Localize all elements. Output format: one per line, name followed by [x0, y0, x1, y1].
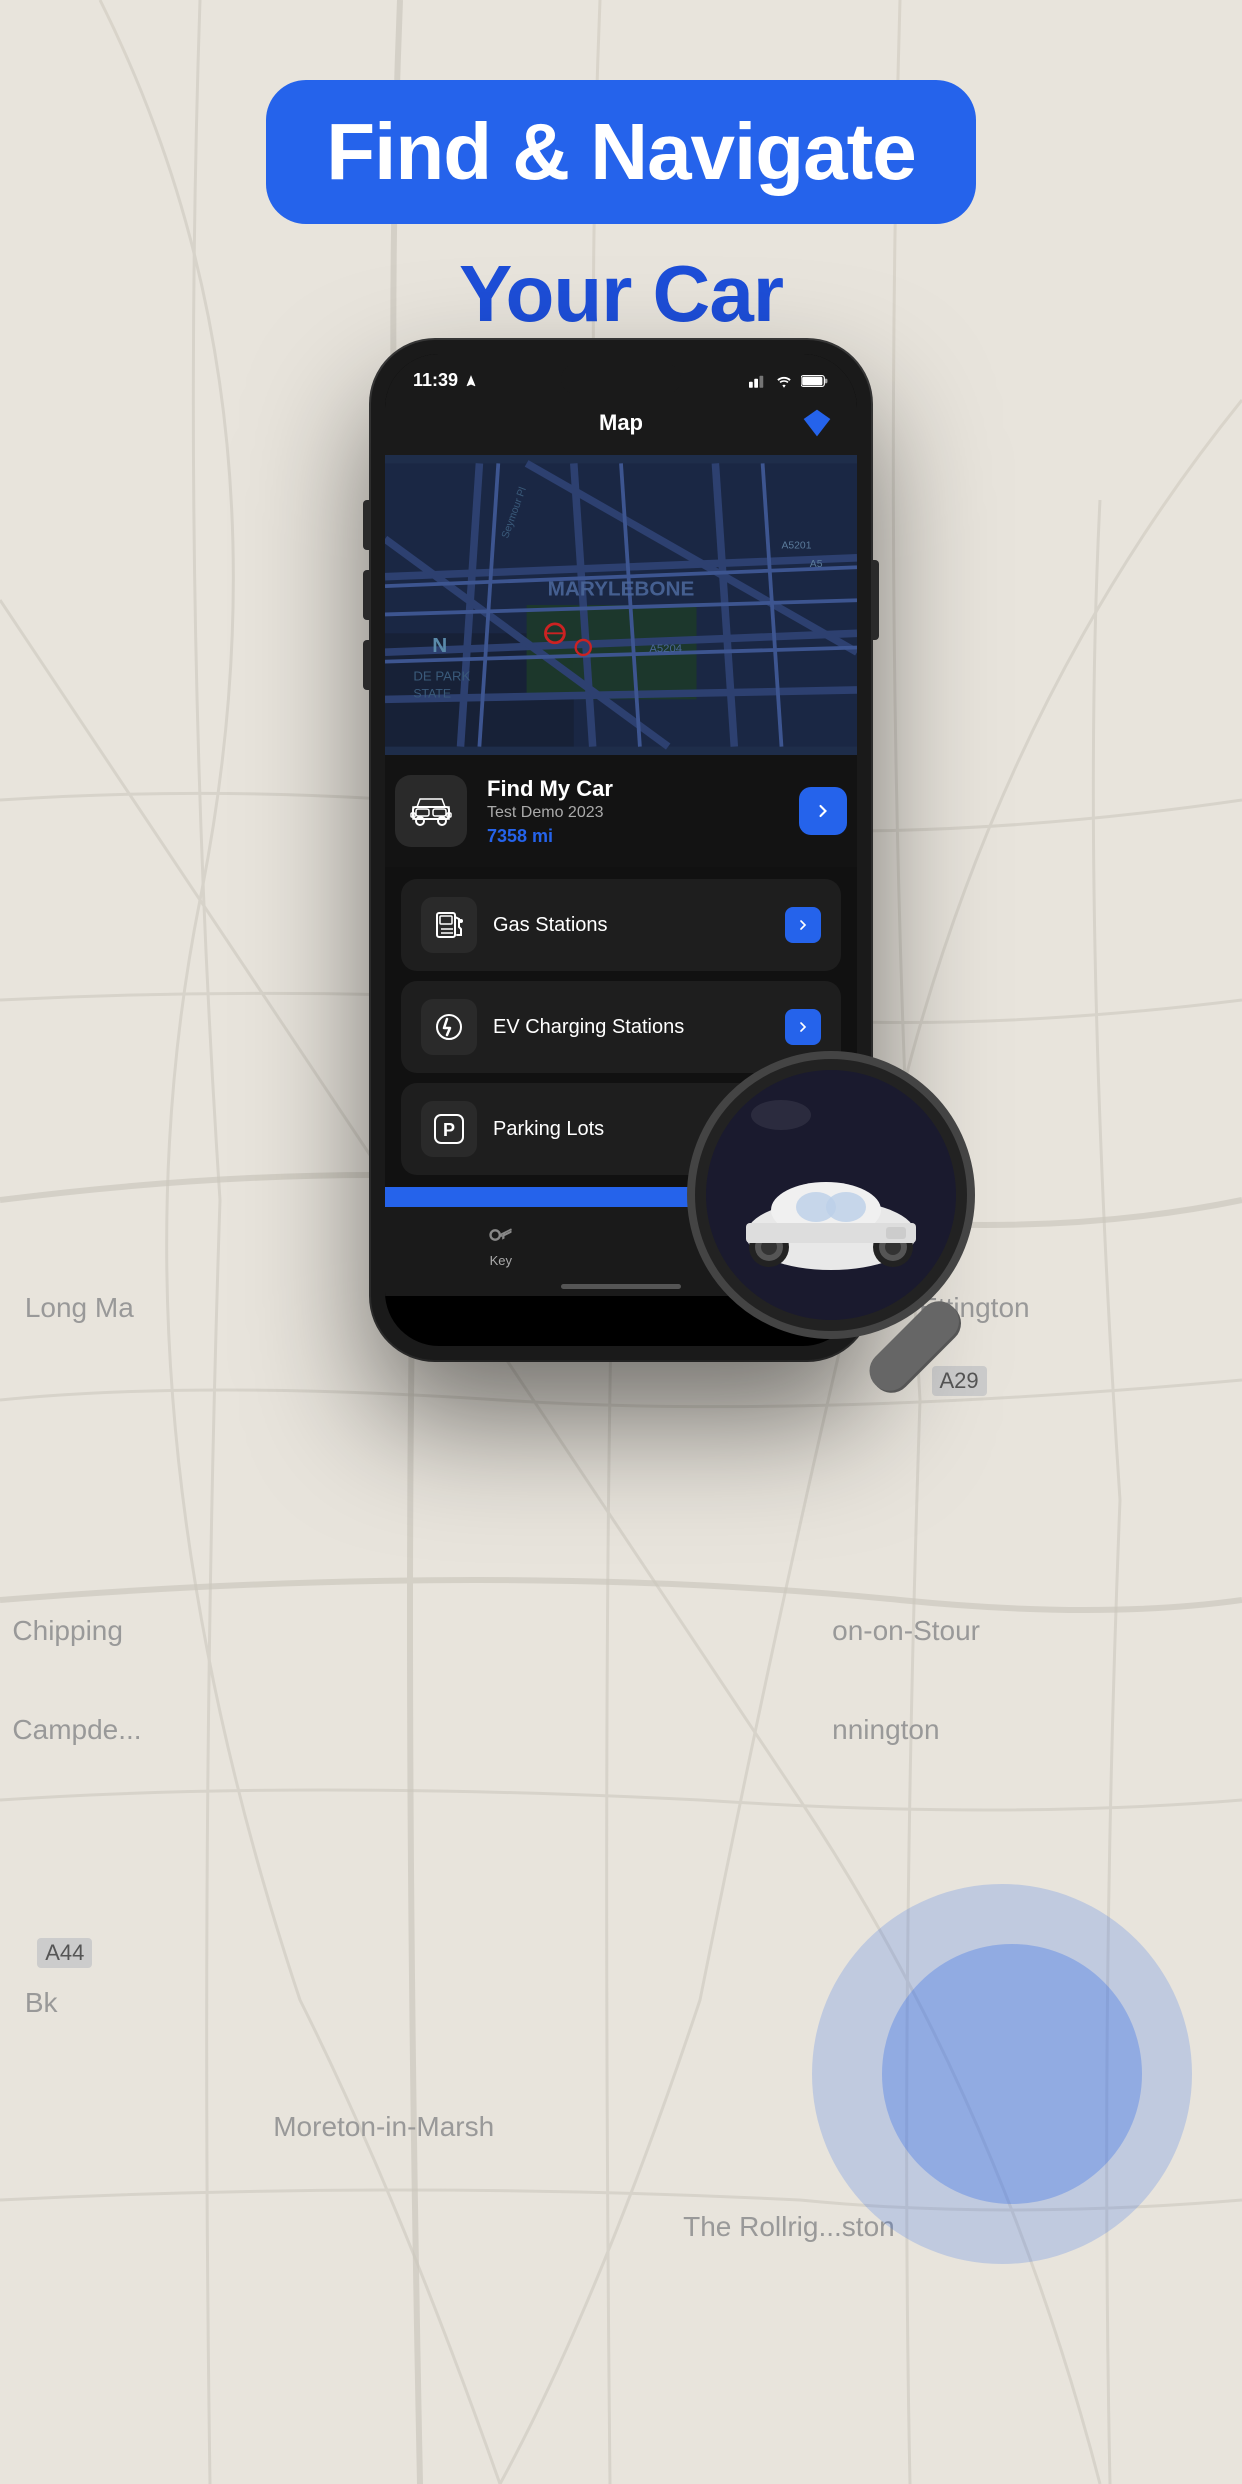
- headline-line2: Your Car: [459, 248, 783, 340]
- gas-stations-icon-box: [421, 897, 477, 953]
- ev-charging-icon: [431, 1009, 467, 1045]
- find-car-arrow-button[interactable]: [799, 787, 847, 835]
- tab-key-label: Key: [490, 1253, 512, 1268]
- ev-charging-icon-box: [421, 999, 477, 1055]
- car-info: Find My Car Test Demo 2023 7358 mi: [487, 776, 779, 847]
- battery-icon: [801, 374, 829, 388]
- phone-map-view[interactable]: MARYLEBONE A5204 DE PARK STATE A5201 A5: [385, 455, 857, 755]
- blue-glow-inner: [882, 1944, 1142, 2204]
- key-icon: [487, 1221, 515, 1249]
- svg-text:A5: A5: [810, 559, 823, 570]
- svg-text:N: N: [432, 634, 447, 657]
- magnifier-decoration: [671, 1035, 991, 1400]
- menu-item-gas-stations[interactable]: Gas Stations: [401, 879, 841, 971]
- location-arrow-icon: [464, 374, 478, 388]
- map-header: Map: [385, 399, 857, 455]
- phone-button-vol-down: [363, 640, 371, 690]
- svg-text:MARYLEBONE: MARYLEBONE: [548, 578, 695, 601]
- svg-text:STATE: STATE: [413, 687, 451, 701]
- tab-key[interactable]: Key: [487, 1221, 515, 1268]
- phone-button-power: [871, 560, 879, 640]
- phone-notch: [561, 364, 681, 394]
- gas-pump-icon: [431, 907, 467, 943]
- gas-stations-label: Gas Stations: [493, 914, 769, 937]
- car-icon: [409, 793, 453, 829]
- wifi-icon: [775, 374, 793, 388]
- phone-mockup: 11:39: [371, 340, 871, 1360]
- headline-badge: Find & Navigate: [266, 80, 976, 224]
- gas-arrow-icon: [795, 917, 811, 933]
- phone-button-mute: [363, 500, 371, 550]
- chevron-right-icon: [813, 801, 833, 821]
- parking-icon-box: P: [421, 1101, 477, 1157]
- car-model: Test Demo 2023: [487, 804, 779, 822]
- map-title: Map: [441, 410, 801, 436]
- parking-icon: P: [431, 1111, 467, 1147]
- svg-text:A5201: A5201: [781, 540, 811, 551]
- diamond-icon[interactable]: [801, 407, 833, 439]
- car-name: Find My Car: [487, 776, 779, 802]
- car-mileage: 7358 mi: [487, 826, 779, 847]
- gas-stations-arrow[interactable]: [785, 907, 821, 943]
- svg-text:A5204: A5204: [649, 643, 682, 655]
- headline-line1: Find & Navigate: [326, 108, 916, 196]
- svg-text:P: P: [443, 1120, 455, 1140]
- home-bar: [561, 1284, 681, 1289]
- status-time: 11:39: [413, 370, 478, 391]
- phone-button-vol-up: [363, 570, 371, 620]
- top-section: Find & Navigate Your Car: [0, 80, 1242, 340]
- ev-arrow-icon: [795, 1019, 811, 1035]
- car-icon-box: [395, 775, 467, 847]
- status-icons: [749, 374, 829, 388]
- signal-icon: [749, 374, 767, 388]
- svg-text:DE PARK: DE PARK: [413, 669, 470, 684]
- find-my-car-card[interactable]: Find My Car Test Demo 2023 7358 mi: [385, 755, 857, 867]
